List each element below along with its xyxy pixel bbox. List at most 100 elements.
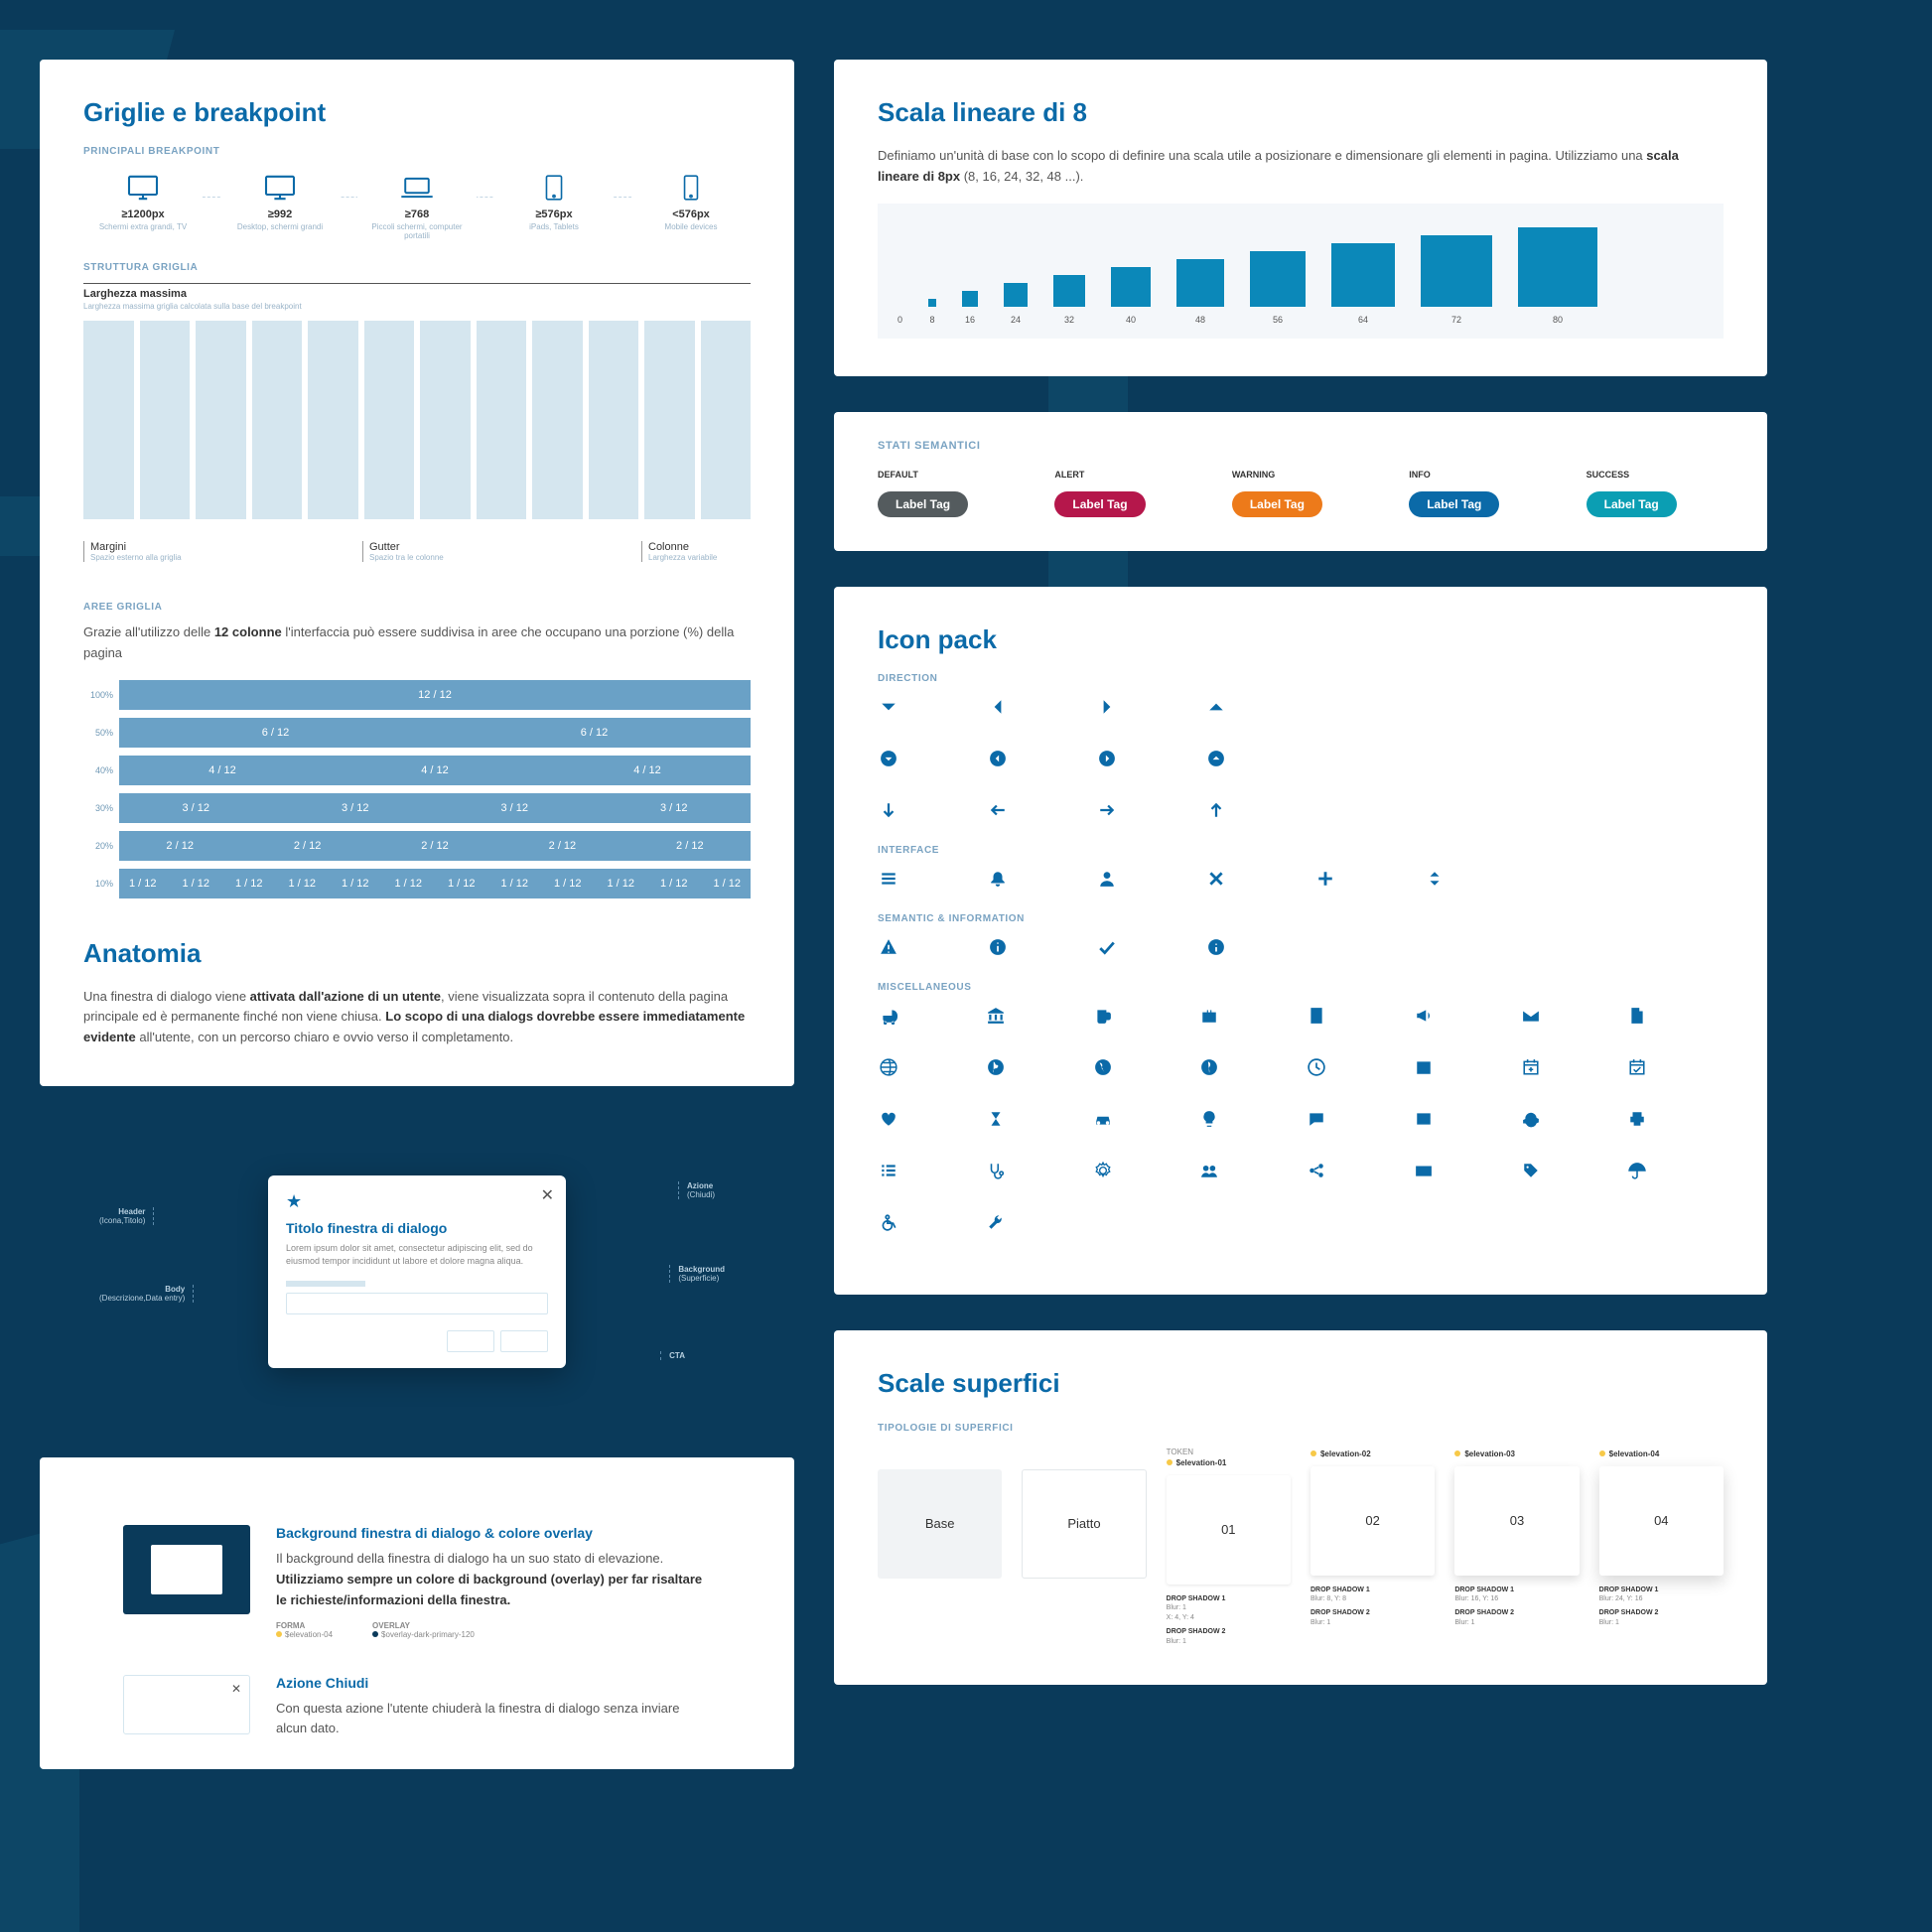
piggy-bank-icon — [1520, 1108, 1542, 1130]
scale-square — [1421, 235, 1492, 307]
bg-meta: FORMA$elevation-04 OVERLAY$overlay-dark-… — [276, 1621, 711, 1639]
hourglass-icon — [985, 1108, 1007, 1130]
chiudi-text: Con questa azione l'utente chiuderà la f… — [276, 1699, 711, 1740]
surf-elev: $elevation-01 — [1167, 1458, 1291, 1467]
text-input[interactable] — [286, 1293, 548, 1314]
area-pct: 50% — [83, 728, 119, 738]
scale-square — [1331, 243, 1395, 307]
breakpoint-row: ≥1200px Schermi extra grandi, TV ≥992 De… — [83, 171, 751, 240]
tag-icon — [1520, 1160, 1542, 1181]
bell-icon — [987, 868, 1009, 890]
surf-piatto: Piatto — [1022, 1448, 1146, 1647]
surfaces-row: Base Piatto TOKEN$elevation-0101DROP SHA… — [878, 1448, 1724, 1647]
tablet-icon — [500, 171, 608, 205]
overlay-swatch — [123, 1525, 250, 1614]
area-pct: 10% — [83, 879, 119, 889]
close-icon[interactable]: ✕ — [541, 1185, 554, 1205]
label-gutter-sub: Spazio tra le colonne — [369, 553, 472, 562]
car-icon — [1092, 1108, 1114, 1130]
share-icon — [1306, 1160, 1327, 1181]
meta-forma-l: FORMA — [276, 1621, 305, 1630]
stethoscope-icon — [985, 1160, 1007, 1181]
surf-02: $elevation-0202DROP SHADOW 1Blur: 8, Y: … — [1311, 1448, 1435, 1647]
interface-icons — [878, 868, 1724, 890]
interface-label: INTERFACE — [878, 845, 1724, 856]
grid-area-cell: 1 / 12 — [438, 878, 485, 890]
bp-value: ≥576px — [500, 208, 608, 220]
anno-body-sub: (Descrizione,Data entry) — [99, 1294, 185, 1303]
surf-piatto-label: Piatto — [1022, 1469, 1146, 1579]
desktop-icon — [226, 171, 334, 205]
arrow-right-icon — [1096, 799, 1118, 821]
superfici-card: Scale superfici TIPOLOGIE DI SUPERFICI B… — [834, 1330, 1767, 1685]
surf-num: 04 — [1599, 1466, 1724, 1576]
direction-label: DIRECTION — [878, 673, 1724, 684]
scale-label: 64 — [1358, 315, 1368, 325]
grid-area-cell: 6 / 12 — [438, 727, 751, 739]
grid-area-cell: 4 / 12 — [544, 764, 751, 776]
dialog-btn-2[interactable] — [500, 1330, 548, 1352]
meta-forma-v: $elevation-04 — [285, 1630, 333, 1639]
globe-africa-icon — [1198, 1056, 1220, 1078]
surf-token: TOKEN — [1167, 1448, 1291, 1456]
building-icon — [1306, 1005, 1327, 1027]
anno-body: Body — [165, 1285, 185, 1294]
aree-text: Grazie all'utilizzo delle 12 colonne l'i… — [83, 622, 751, 664]
bank-icon — [985, 1005, 1007, 1027]
menu-icon — [878, 868, 899, 890]
grid-area-cell: 1 / 12 — [704, 878, 752, 890]
chevron-down-icon — [878, 696, 899, 718]
bg-title: Background finestra di dialogo & colore … — [276, 1525, 711, 1541]
list-icon — [878, 1160, 899, 1181]
wheelchair-icon — [878, 1211, 899, 1233]
bp-768: ≥768 Piccoli schermi, computer portatili — [357, 171, 477, 240]
tipologie-label: TIPOLOGIE DI SUPERFICI — [878, 1423, 1724, 1434]
dialog-anatomy: Header (Icona,Titolo) Body (Descrizione,… — [40, 1126, 794, 1418]
clock-icon — [1306, 1056, 1327, 1078]
monitor-icon — [89, 171, 197, 205]
area-pct: 30% — [83, 803, 119, 813]
superfici-title: Scale superfici — [878, 1368, 1724, 1399]
grid-area-cell: 1 / 12 — [173, 878, 220, 890]
bp-desc: Schermi extra grandi, TV — [89, 222, 197, 231]
misc-icons — [878, 1005, 1724, 1233]
grid-area-cell: 2 / 12 — [629, 840, 751, 852]
dialog-body: Lorem ipsum dolor sit amet, consectetur … — [286, 1242, 548, 1267]
dialog-btn-1[interactable] — [447, 1330, 494, 1352]
bp-value: ≥992 — [226, 208, 334, 220]
scala-title: Scala lineare di 8 — [878, 97, 1724, 128]
plus-icon — [1314, 868, 1336, 890]
credit-card-icon — [1413, 1160, 1435, 1181]
grid-area-cell: 2 / 12 — [501, 840, 622, 852]
info2-icon — [1205, 936, 1227, 958]
arrow-down-icon — [878, 799, 899, 821]
bp-desc: Desktop, schermi grandi — [226, 222, 334, 231]
grid-area-cell: 4 / 12 — [119, 764, 326, 776]
scale-row: 08162432404856647280 — [878, 204, 1724, 339]
label-margini-sub: Spazio esterno alla griglia — [90, 553, 193, 562]
surf-base: Base — [878, 1448, 1002, 1647]
arrow-up-icon — [1205, 799, 1227, 821]
anatomia-title: Anatomia — [83, 938, 751, 969]
chevron-left-icon — [987, 696, 1009, 718]
scale-label: 40 — [1126, 315, 1136, 325]
grid-labels: MarginiSpazio esterno alla griglia Gutte… — [83, 541, 751, 562]
chiudi-title: Azione Chiudi — [276, 1675, 711, 1691]
calendar-icon — [1413, 1056, 1435, 1078]
beer-icon — [1092, 1005, 1114, 1027]
grid-area-cell: 1 / 12 — [650, 878, 698, 890]
grid-columns-visual — [83, 321, 751, 519]
area-pct: 20% — [83, 841, 119, 851]
envelope-icon — [1520, 1005, 1542, 1027]
bp-label: PRINCIPALI BREAKPOINT — [83, 146, 751, 157]
stati-header: WARNING — [1232, 470, 1369, 480]
tag-pill: Label Tag — [878, 491, 968, 517]
lightbulb-icon — [1198, 1108, 1220, 1130]
check-icon — [1096, 936, 1118, 958]
scale-label: 32 — [1064, 315, 1074, 325]
surf-04: $elevation-0404DROP SHADOW 1Blur: 24, Y:… — [1599, 1448, 1724, 1647]
semantic-icons — [878, 936, 1724, 958]
bp-576: ≥576px iPads, Tablets — [494, 171, 614, 231]
scale-label: 48 — [1195, 315, 1205, 325]
grid-area-cell: 1 / 12 — [491, 878, 539, 890]
